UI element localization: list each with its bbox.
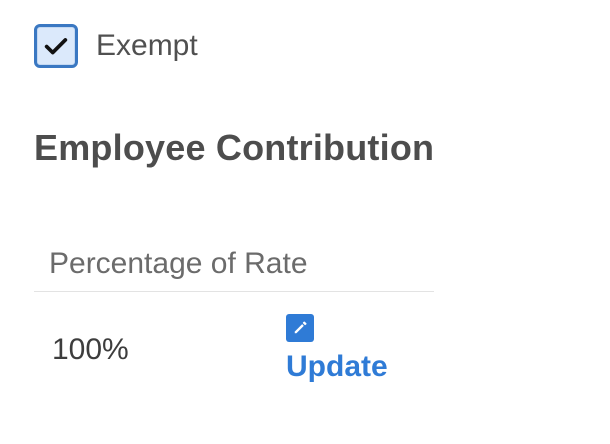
- contribution-table: Percentage of Rate 100% Update: [34, 236, 434, 406]
- update-link-text[interactable]: Update: [286, 352, 388, 382]
- table-row: 100% Update: [34, 292, 434, 406]
- percentage-value: 100%: [52, 333, 129, 366]
- update-button[interactable]: Update: [286, 314, 396, 384]
- pencil-icon: [294, 321, 307, 334]
- section-title: Employee Contribution: [34, 127, 435, 168]
- table-header-percentage: Percentage of Rate: [34, 236, 434, 292]
- exempt-option[interactable]: Exempt: [34, 24, 198, 68]
- exempt-label[interactable]: Exempt: [96, 31, 198, 61]
- employee-contribution-panel: Exempt Employee Contribution Percentage …: [0, 0, 610, 444]
- check-icon: [44, 38, 68, 55]
- exempt-checkbox[interactable]: [34, 24, 78, 68]
- edit-icon-button[interactable]: [286, 314, 314, 342]
